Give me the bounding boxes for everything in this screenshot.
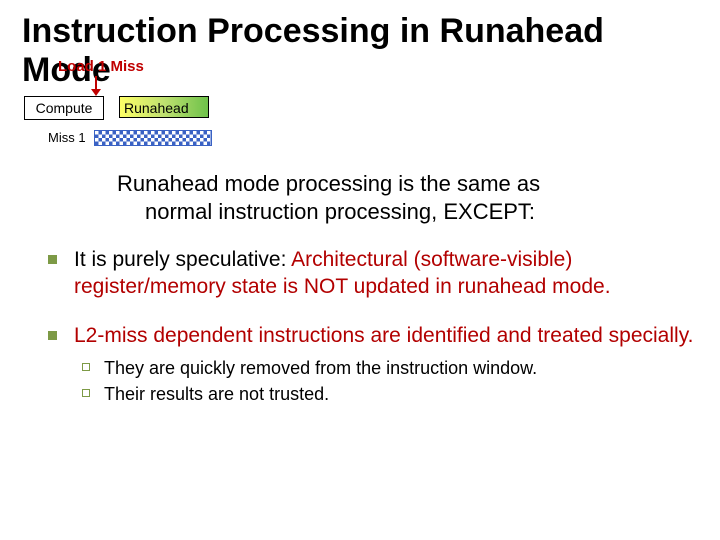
miss1-label: Miss 1 xyxy=(48,130,86,145)
arrow-down-icon xyxy=(95,76,97,94)
load-miss-label: Load 1 Miss xyxy=(58,58,144,75)
intro-line-1: Runahead mode processing is the same as xyxy=(117,171,540,196)
slide-body: Runahead mode processing is the same as … xyxy=(22,170,698,428)
runahead-box: Runahead xyxy=(119,96,209,118)
miss1-bar xyxy=(94,130,212,146)
title-line-1: Instruction Processing in Runahead xyxy=(22,12,604,50)
intro-line-2: normal instruction processing, EXCEPT: xyxy=(117,198,698,226)
sub-bullet-item: Their results are not trusted. xyxy=(82,382,698,406)
bullet-list: It is purely speculative: Architectural … xyxy=(48,247,698,406)
timeline-diagram: Load 1 Miss Compute Runahead Miss 1 xyxy=(24,58,444,153)
bullet-text-pre: It is purely speculative: xyxy=(74,248,291,271)
bullet-item: It is purely speculative: Architectural … xyxy=(48,247,698,301)
bullet-text-red: L2-miss dependent instructions are ident… xyxy=(74,324,693,347)
sub-bullet-list: They are quickly removed from the instru… xyxy=(82,356,698,407)
sub-bullet-item: They are quickly removed from the instru… xyxy=(82,356,698,380)
slide: Instruction Processing in Runahead Mode … xyxy=(0,0,720,540)
compute-box: Compute xyxy=(24,96,104,120)
intro-text: Runahead mode processing is the same as … xyxy=(117,170,698,225)
bullet-item: L2-miss dependent instructions are ident… xyxy=(48,323,698,406)
